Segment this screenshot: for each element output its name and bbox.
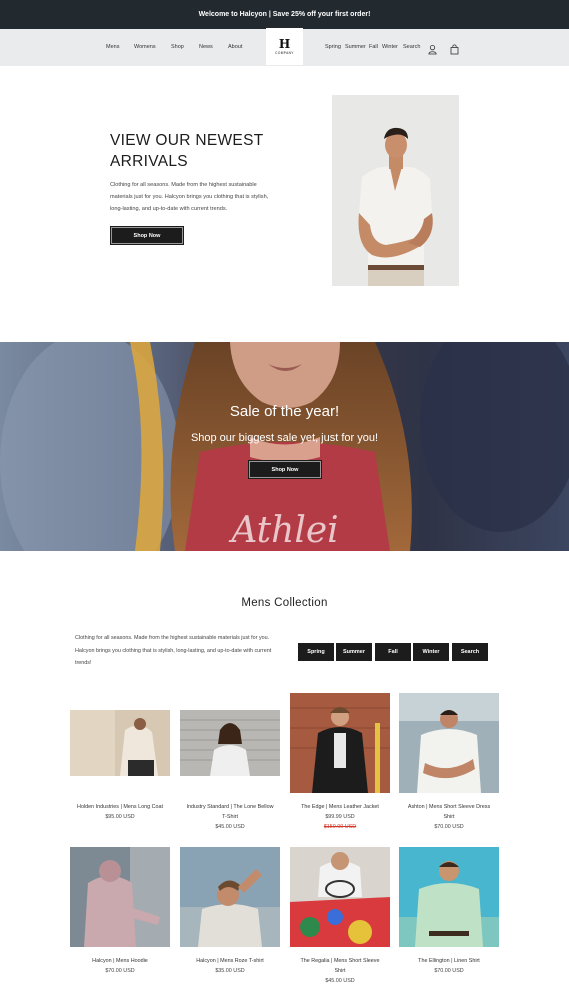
filter-summer-button[interactable]: Summer xyxy=(336,643,372,661)
user-icon[interactable] xyxy=(427,42,438,55)
sale-title: Sale of the year! xyxy=(229,403,340,420)
sale-shop-now-button[interactable]: Shop Now xyxy=(248,460,322,479)
product-image xyxy=(290,847,390,947)
nav-link-spring[interactable]: Spring xyxy=(325,44,341,50)
sale-banner: Athlei Sale of the year! Shop our bigges… xyxy=(0,342,569,551)
product-image xyxy=(70,710,170,776)
nav-link-shop[interactable]: Shop xyxy=(171,44,184,50)
product-price: $99.99 USD xyxy=(325,814,355,820)
nav-link-winter[interactable]: Winter xyxy=(382,44,398,50)
product-price: $70.00 USD xyxy=(434,968,464,974)
product-price: $35.00 USD xyxy=(215,968,245,974)
sale-banner-image: Athlei xyxy=(0,342,569,551)
product-card[interactable]: The Ellington | Linen Shirt $70.00 USD xyxy=(399,847,499,982)
product-name: The Edge | Mens Leather Jacket xyxy=(301,804,379,810)
sale-subtitle: Shop our biggest sale yet, just for you! xyxy=(190,432,379,444)
nav-link-summer[interactable]: Summer xyxy=(345,44,366,50)
filter-search-button[interactable]: Search xyxy=(452,643,488,661)
announcement-bar: Welcome to Halcyon | Save 25% off your f… xyxy=(0,0,569,29)
collection-title: Mens Collection xyxy=(241,597,328,609)
shirt-print-text: Athlei xyxy=(228,510,338,551)
product-card[interactable]: Halcyon | Mens Hoodie $70.00 USD xyxy=(70,847,170,982)
product-name-line2: Shirt xyxy=(334,968,346,974)
site-logo[interactable]: H COMPANY xyxy=(266,28,303,65)
product-name-line2: T-Shirt xyxy=(222,814,238,820)
product-image xyxy=(399,847,499,947)
product-image xyxy=(290,693,390,793)
nav-link-search[interactable]: Search xyxy=(403,44,420,50)
product-price: $70.00 USD xyxy=(105,968,135,974)
collection-description: Clothing for all seasons. Made from the … xyxy=(75,635,272,666)
hero-title-line: VIEW OUR NEWEST xyxy=(110,132,264,149)
nav-link-fall[interactable]: Fall xyxy=(369,44,378,50)
hero-shop-now-button[interactable]: Shop Now xyxy=(110,226,184,245)
product-name: Halcyon | Mens Roze T-shirt xyxy=(196,958,264,964)
product-card[interactable]: The Edge | Mens Leather Jacket $99.99 US… xyxy=(290,693,390,838)
product-price: $70.00 USD xyxy=(434,824,464,830)
product-price: $45.00 USD xyxy=(215,824,245,830)
product-card[interactable]: The Regalia | Mens Short Sleeve Shirt $4… xyxy=(290,847,390,992)
bag-icon[interactable] xyxy=(449,42,460,55)
logo-letter: H xyxy=(278,37,291,51)
nav-link-mens[interactable]: Mens xyxy=(106,44,119,50)
product-name: The Ellington | Linen Shirt xyxy=(418,958,480,964)
product-name-line2: Shirt xyxy=(443,814,455,820)
product-card[interactable]: Halcyon | Mens Roze T-shirt $35.00 USD xyxy=(180,847,280,982)
filter-spring-button[interactable]: Spring xyxy=(298,643,334,661)
product-name: Holden Industries | Mens Long Coat xyxy=(77,804,163,810)
hero-description: Clothing for all seasons. Made from the … xyxy=(110,182,269,213)
hero-model-image xyxy=(332,95,459,286)
hero-section: VIEW OUR NEWEST ARRIVALS Clothing for al… xyxy=(0,66,569,342)
product-image xyxy=(70,847,170,947)
product-name: Halcyon | Mens Hoodie xyxy=(92,958,148,964)
filter-fall-button[interactable]: Fall xyxy=(375,643,411,661)
nav-link-womens[interactable]: Womens xyxy=(134,44,156,50)
product-name: The Regalia | Mens Short Sleeve xyxy=(300,958,380,964)
filter-winter-button[interactable]: Winter xyxy=(413,643,449,661)
product-image xyxy=(399,693,499,793)
product-price: $45.00 USD xyxy=(325,978,355,984)
announcement-text: Welcome to Halcyon | Save 25% off your f… xyxy=(198,11,371,18)
product-price: $95.00 USD xyxy=(105,814,135,820)
product-image xyxy=(180,847,280,947)
logo-subtext: COMPANY xyxy=(275,51,294,55)
nav-link-about[interactable]: About xyxy=(228,44,242,50)
product-card[interactable]: Ashton | Mens Short Sleeve Dress Shirt $… xyxy=(399,693,499,838)
product-card[interactable]: Holden Industries | Mens Long Coat $95.0… xyxy=(70,693,170,828)
product-name: Industry Standard | The Lone Bellow xyxy=(186,804,274,810)
hero-title: VIEW OUR NEWEST ARRIVALS xyxy=(110,130,310,172)
nav-link-news[interactable]: News xyxy=(199,44,213,50)
product-name: Ashton | Mens Short Sleeve Dress xyxy=(407,804,491,810)
product-old-price: $150.00 USD xyxy=(323,824,357,830)
hero-title-line: ARRIVALS xyxy=(110,153,188,170)
product-card[interactable]: Industry Standard | The Lone Bellow T-Sh… xyxy=(180,693,280,838)
product-image xyxy=(180,710,280,776)
